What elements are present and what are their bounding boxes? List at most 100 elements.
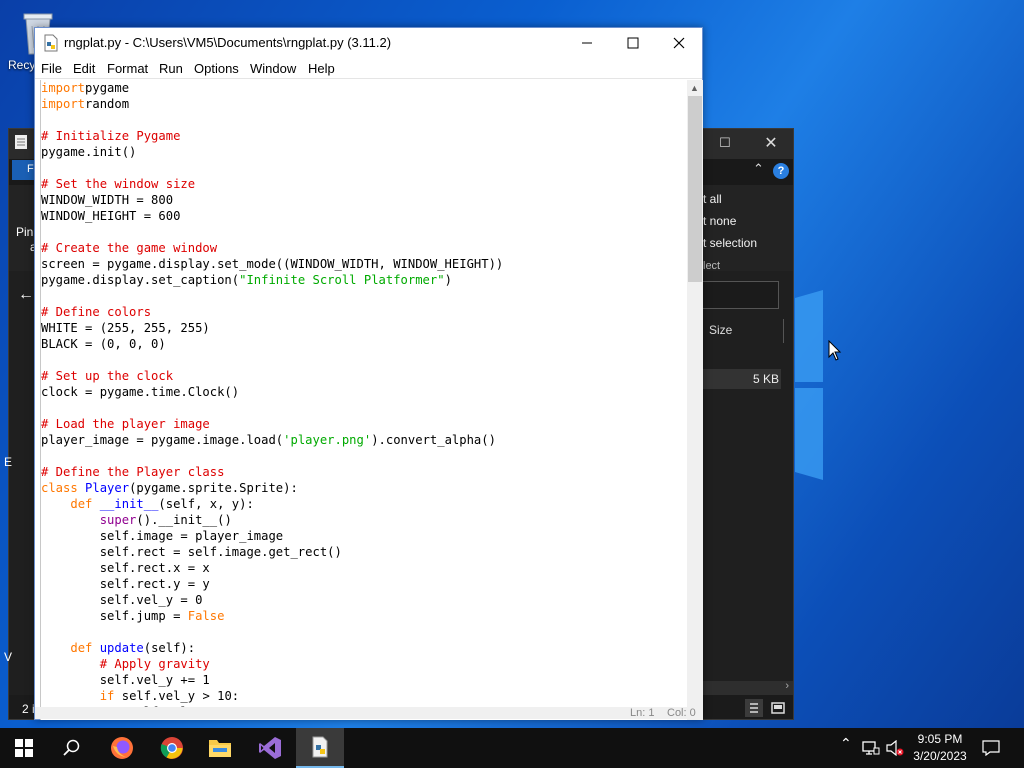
minimize-button[interactable] <box>564 28 610 58</box>
code-line[interactable]: # Define colors <box>41 304 503 320</box>
code-line[interactable]: def update(self): <box>41 640 503 656</box>
code-text[interactable]: importpygame importrandom # Initialize Pyg… <box>41 80 503 720</box>
idle-editor-window[interactable]: rngplat.py - C:\Users\VM5\Documents\rngp… <box>34 27 703 720</box>
menu-format[interactable]: Format <box>107 61 148 76</box>
code-line[interactable]: importpygame <box>41 80 503 96</box>
code-token: if <box>99 689 115 703</box>
large-icons-view-icon[interactable] <box>769 699 787 717</box>
code-line[interactable] <box>41 448 503 464</box>
file-explorer-taskbar-button[interactable] <box>196 728 244 768</box>
select-all-button[interactable]: t all <box>703 192 722 206</box>
code-line[interactable]: # Set up the clock <box>41 368 503 384</box>
code-editor[interactable]: importpygame importrandom # Initialize Pyg… <box>40 80 688 720</box>
code-line[interactable]: # Create the game window <box>41 240 503 256</box>
column-separator <box>783 319 784 343</box>
code-line[interactable]: def __init__(self, x, y): <box>41 496 503 512</box>
code-token: import <box>41 81 86 95</box>
maximize-button[interactable] <box>610 28 656 58</box>
code-line[interactable]: self.vel_y = 0 <box>41 592 503 608</box>
code-line[interactable]: WHITE = (255, 255, 255) <box>41 320 503 336</box>
chrome-taskbar-button[interactable] <box>148 728 196 768</box>
explorer-file-tab[interactable]: F <box>12 160 36 180</box>
code-line[interactable]: WINDOW_HEIGHT = 600 <box>41 208 503 224</box>
pin-to-quick-access-label[interactable]: Pin <box>16 225 33 239</box>
search-button[interactable] <box>48 728 96 768</box>
code-line[interactable]: self.jump = False <box>41 608 503 624</box>
code-line[interactable]: # Initialize Pygame <box>41 128 503 144</box>
help-icon[interactable]: ? <box>773 163 789 179</box>
code-line[interactable]: pygame.init() <box>41 144 503 160</box>
code-line[interactable]: # Set the window size <box>41 176 503 192</box>
firefox-taskbar-button[interactable] <box>98 728 146 768</box>
start-button[interactable] <box>0 728 48 768</box>
close-button[interactable] <box>656 28 702 58</box>
menu-options[interactable]: Options <box>194 61 239 76</box>
system-clock[interactable]: 9:05 PM 3/20/2023 <box>908 731 972 765</box>
recycle-bin-label[interactable]: Recy <box>8 58 35 72</box>
vertical-scrollbar[interactable]: ▲ ▼ <box>687 80 703 720</box>
code-line[interactable] <box>41 160 503 176</box>
code-line[interactable] <box>41 352 503 368</box>
code-line[interactable] <box>41 400 503 416</box>
menu-edit[interactable]: Edit <box>73 61 95 76</box>
code-token: # Define colors <box>41 305 152 319</box>
invert-selection-button[interactable]: t selection <box>703 236 757 250</box>
code-line[interactable]: self.vel_y += 1 <box>41 672 503 688</box>
code-line[interactable] <box>41 224 503 240</box>
collapse-ribbon-icon[interactable]: ⌃ <box>753 161 764 177</box>
code-token: # Set the window size <box>41 177 196 191</box>
peek-label-e: E <box>4 455 13 469</box>
code-line[interactable]: class Player(pygame.sprite.Sprite): <box>41 480 503 496</box>
maximize-icon[interactable]: ☐ <box>717 135 733 151</box>
status-bar: Ln: 1 Col: 0 <box>35 707 702 719</box>
select-none-button[interactable]: t none <box>703 214 736 228</box>
code-line[interactable] <box>41 112 503 128</box>
visual-studio-taskbar-button[interactable] <box>246 728 294 768</box>
code-token: self.rect = self.image.get_rect() <box>41 545 342 559</box>
back-arrow-icon[interactable]: ← <box>18 286 34 304</box>
close-icon[interactable]: ✕ <box>761 133 781 153</box>
peek-label-v: V <box>4 650 13 664</box>
python-idle-taskbar-button[interactable] <box>296 728 344 768</box>
column-header-size[interactable]: Size <box>709 323 732 337</box>
code-token: pygame <box>85 81 130 95</box>
code-token: self.rect.y = y <box>41 577 210 591</box>
code-line[interactable]: self.rect.y = y <box>41 576 503 592</box>
menu-window[interactable]: Window <box>250 61 296 76</box>
code-line[interactable]: player_image = pygame.image.load('player… <box>41 432 503 448</box>
code-line[interactable]: super().__init__() <box>41 512 503 528</box>
scroll-up-icon[interactable]: ▲ <box>690 83 699 93</box>
code-token: import <box>41 97 86 111</box>
code-line[interactable] <box>41 624 503 640</box>
code-line[interactable]: self.image = player_image <box>41 528 503 544</box>
action-center-icon[interactable] <box>982 740 1000 756</box>
code-token: False <box>187 609 225 623</box>
code-line[interactable] <box>41 288 503 304</box>
code-line[interactable]: # Define the Player class <box>41 464 503 480</box>
code-line[interactable]: pygame.display.set_caption("Infinite Scr… <box>41 272 503 288</box>
code-line[interactable]: if self.vel_y > 10: <box>41 688 503 704</box>
code-line[interactable]: self.rect.x = x <box>41 560 503 576</box>
menu-file[interactable]: File <box>41 61 62 76</box>
code-token: def <box>70 497 93 511</box>
details-view-icon[interactable] <box>745 699 763 717</box>
code-line[interactable]: BLACK = (0, 0, 0) <box>41 336 503 352</box>
scrollbar-thumb[interactable] <box>688 96 702 282</box>
close-icon <box>673 37 685 49</box>
menu-run[interactable]: Run <box>159 61 183 76</box>
code-line[interactable]: clock = pygame.time.Clock() <box>41 384 503 400</box>
menu-help[interactable]: Help <box>308 61 335 76</box>
code-line[interactable]: # Load the player image <box>41 416 503 432</box>
network-icon[interactable] <box>862 740 880 756</box>
code-line[interactable]: WINDOW_WIDTH = 800 <box>41 192 503 208</box>
code-line[interactable]: # Apply gravity <box>41 656 503 672</box>
volume-muted-icon[interactable] <box>886 740 904 756</box>
code-line[interactable]: self.rect = self.image.get_rect() <box>41 544 503 560</box>
show-hidden-icons-icon[interactable]: ⌃ <box>840 736 852 752</box>
code-token: player_image = pygame.image.load( <box>41 433 284 447</box>
title-bar[interactable]: rngplat.py - C:\Users\VM5\Documents\rngp… <box>35 28 702 58</box>
scroll-right-icon[interactable]: › <box>785 680 789 692</box>
code-line[interactable]: importrandom <box>41 96 503 112</box>
code-line[interactable]: screen = pygame.display.set_mode((WINDOW… <box>41 256 503 272</box>
